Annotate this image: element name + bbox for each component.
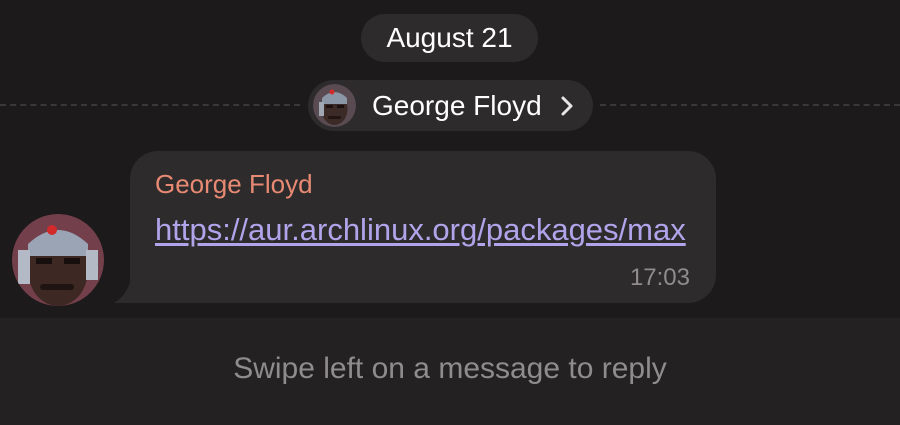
dashed-divider-left <box>0 104 300 106</box>
user-avatar-icon <box>12 214 104 306</box>
dashed-divider-right <box>600 104 900 106</box>
user-avatar-icon <box>313 84 356 127</box>
sender-header-pill[interactable]: George Floyd <box>308 80 593 131</box>
message-link[interactable]: https://aur.archlinux.org/packages/max <box>155 208 700 251</box>
reply-hint-text: Swipe left on a message to reply <box>233 352 667 385</box>
chat-area: August 21 George Floyd George Floyd http… <box>0 0 900 318</box>
date-separator: August 21 <box>361 14 538 62</box>
reply-hint-footer: Swipe left on a message to reply <box>0 318 900 425</box>
message-bubble[interactable]: George Floyd https://aur.archlinux.org/p… <box>130 151 716 303</box>
message-sender-name[interactable]: George Floyd <box>155 169 313 200</box>
sender-header-name: George Floyd <box>372 89 542 121</box>
chevron-right-icon <box>561 96 573 115</box>
message-avatar[interactable] <box>12 214 104 306</box>
message-timestamp: 17:03 <box>629 264 690 291</box>
